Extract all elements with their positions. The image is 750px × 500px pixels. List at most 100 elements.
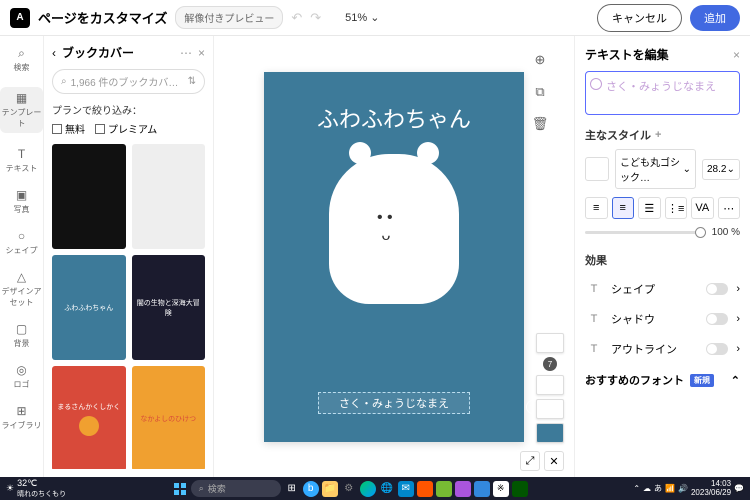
rail-photo[interactable]: ▣写真 — [0, 188, 43, 215]
clock[interactable]: 14:032023/06/29 — [691, 480, 731, 498]
template-card[interactable] — [52, 144, 126, 249]
rail-search[interactable]: ⌕検索 — [0, 46, 43, 73]
spacing-button[interactable]: VA — [691, 197, 714, 219]
opacity-slider[interactable] — [585, 231, 706, 234]
chevron-right-icon: › — [736, 343, 740, 355]
shape-toggle[interactable] — [706, 283, 728, 295]
app-icon[interactable] — [436, 481, 452, 497]
align-bullet-button[interactable]: ⋮≡ — [665, 197, 688, 219]
shadow-toggle[interactable] — [706, 313, 728, 325]
canvas[interactable]: ⊕ ⧉ 🗑 ふわふわちゃん • • ᴗ さく・みょうじなまえ + 7 ⤢ — [214, 36, 574, 477]
template-card[interactable] — [132, 144, 206, 249]
app-icon[interactable] — [455, 481, 471, 497]
assets-icon: △ — [15, 270, 29, 284]
start-icon[interactable] — [172, 481, 188, 497]
text-content-input[interactable]: さく・みょうじなまえ — [585, 71, 740, 115]
close-panel-icon[interactable]: × — [198, 46, 205, 60]
layer-thumb[interactable] — [536, 333, 564, 353]
bing-icon[interactable]: b — [303, 481, 319, 497]
explorer-icon[interactable]: 📁 — [322, 481, 338, 497]
templates-grid: ふわふわちゃん 闇の生物と深海大冒険 まるさんかくしかく なかよしのひけつ きせ… — [52, 144, 205, 469]
weather-widget[interactable]: ☀ 32℃晴れのちくもり — [6, 478, 66, 499]
search-input[interactable]: ⌕ 1,966 件のブックカバ… ⇅ — [52, 69, 205, 94]
app-icon[interactable] — [474, 481, 490, 497]
task-view-icon[interactable]: ⊞ — [284, 481, 300, 497]
outline-toggle[interactable] — [706, 343, 728, 355]
artboard[interactable]: ふわふわちゃん • • ᴗ さく・みょうじなまえ + — [264, 72, 524, 442]
delete-icon[interactable]: 🗑 — [530, 114, 550, 134]
filter-premium-checkbox[interactable]: プレミアム — [95, 121, 157, 136]
wifi-icon[interactable]: 📶 — [665, 484, 675, 493]
rail-bg[interactable]: ▢背景 — [0, 322, 43, 349]
filter-icon[interactable]: ⇅ — [188, 76, 196, 87]
more-icon[interactable]: ⋯ — [180, 46, 192, 60]
rail-templates[interactable]: ▦テンプレート — [0, 87, 43, 133]
chrome-icon[interactable]: 🌐 — [379, 481, 395, 497]
canvas-tools: ⊕ ⧉ 🗑 — [530, 50, 550, 134]
align-center-button[interactable]: ≡ — [612, 197, 635, 219]
back-icon[interactable]: ‹ — [52, 46, 56, 60]
add-page-icon[interactable]: ⊕ — [530, 50, 550, 70]
artboard-title[interactable]: ふわふわちゃん — [317, 102, 471, 134]
rail-assets[interactable]: △デザインアセット — [0, 270, 43, 308]
align-left-button[interactable]: ≡ — [585, 197, 608, 219]
preview-button[interactable]: 解像付きプレビュー — [175, 6, 283, 29]
effect-shadow[interactable]: Tシャドウ› — [585, 304, 740, 334]
more-align-button[interactable]: ⋯ — [718, 197, 741, 219]
layer-thumb[interactable] — [536, 423, 564, 443]
ime-indicator[interactable]: あ — [654, 483, 662, 494]
expand-icon[interactable]: ⤢ — [520, 451, 540, 471]
rail-shape[interactable]: ○シェイプ — [0, 229, 43, 256]
chevron-right-icon: › — [736, 313, 740, 325]
layer-thumb[interactable] — [536, 375, 564, 395]
volume-icon[interactable]: 🔊 — [678, 484, 688, 493]
author-textfield[interactable]: さく・みょうじなまえ — [318, 392, 470, 414]
taskbar-search[interactable]: ⌕検索 — [191, 480, 281, 497]
redo-icon[interactable]: ↷ — [310, 10, 321, 26]
bg-icon: ▢ — [15, 322, 29, 336]
chevron-up-icon: ⌃ — [731, 374, 740, 387]
template-card[interactable]: 闇の生物と深海大冒険 — [132, 255, 206, 360]
layers-panel: 7 — [536, 333, 564, 443]
chevron-down-icon: ⌄ — [683, 164, 691, 175]
close-rpanel-icon[interactable]: × — [733, 48, 740, 62]
text-icon: T — [15, 147, 29, 161]
font-size-input[interactable]: 28.2⌄ — [702, 159, 740, 180]
app-icon[interactable] — [417, 481, 433, 497]
recommended-fonts[interactable]: おすすめのフォント新規⌃ — [585, 372, 740, 388]
onedrive-icon[interactable]: ☁ — [643, 484, 651, 493]
rail-library[interactable]: ⊞ライブラリ — [0, 404, 43, 431]
shape-icon: ○ — [15, 229, 29, 243]
topbar: A ページをカスタマイズ 解像付きプレビュー ↶ ↷ 51% ⌄ キャンセル 追… — [0, 0, 750, 36]
effect-shape[interactable]: Tシェイプ› — [585, 274, 740, 304]
search-icon: ⌕ — [15, 46, 29, 60]
search-icon: ⌕ — [61, 76, 67, 87]
ghost-shape[interactable]: • • ᴗ — [329, 154, 459, 304]
template-card[interactable]: なかよしのひけつ — [132, 366, 206, 469]
color-swatch[interactable] — [585, 157, 609, 181]
template-card[interactable]: ふわふわちゃん — [52, 255, 126, 360]
close-icon[interactable]: ✕ — [544, 451, 564, 471]
templates-panel: ‹ ブックカバー ⋯ × ⌕ 1,966 件のブックカバ… ⇅ プランで絞り込み… — [44, 36, 214, 477]
cancel-button[interactable]: キャンセル — [597, 4, 682, 32]
panel-title: ブックカバー — [62, 44, 174, 61]
notifications-icon[interactable]: 💬 — [734, 484, 744, 493]
filter-free-checkbox[interactable]: 無料 — [52, 121, 85, 136]
mail-icon[interactable]: ✉ — [398, 481, 414, 497]
tray-chevron-icon[interactable]: ⌃ — [633, 484, 640, 493]
undo-icon[interactable]: ↶ — [291, 10, 302, 26]
align-list-button[interactable]: ☰ — [638, 197, 661, 219]
rail-text[interactable]: Tテキスト — [0, 147, 43, 174]
edge-icon[interactable] — [360, 481, 376, 497]
add-button[interactable]: 追加 — [690, 5, 740, 31]
duplicate-icon[interactable]: ⧉ — [530, 82, 550, 102]
settings-icon[interactable]: ⚙ — [341, 481, 357, 497]
slack-icon[interactable]: ※ — [493, 481, 509, 497]
zoom-level[interactable]: 51% ⌄ — [345, 11, 379, 24]
rail-logo[interactable]: ◎ロゴ — [0, 363, 43, 390]
template-card[interactable]: まるさんかくしかく — [52, 366, 126, 469]
layer-thumb[interactable] — [536, 399, 564, 419]
font-select[interactable]: こども丸ゴシック…⌄ — [615, 149, 696, 189]
app-icon[interactable] — [512, 481, 528, 497]
effect-outline[interactable]: Tアウトライン› — [585, 334, 740, 364]
